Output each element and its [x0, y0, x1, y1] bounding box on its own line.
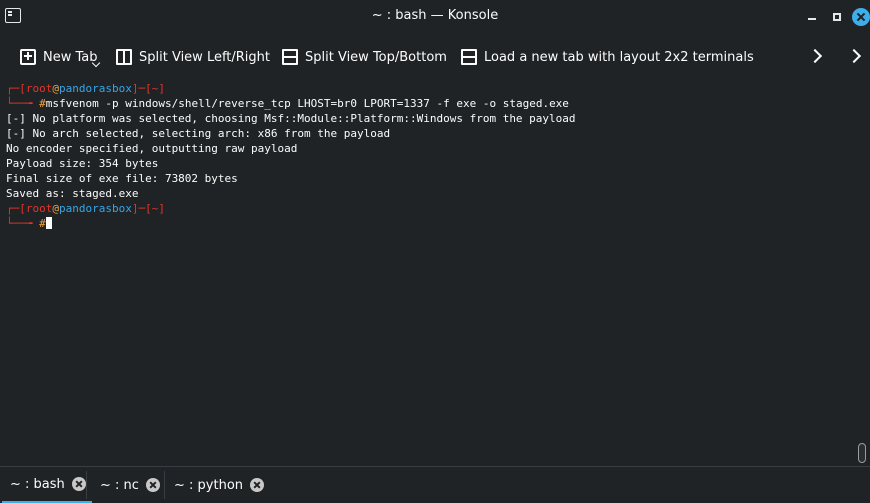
split-top-bottom-button[interactable]: Split View Top/Bottom [282, 48, 447, 66]
command-line: └──╼ #msfvenom -p windows/shell/reverse_… [6, 97, 569, 110]
output-line: Final size of exe file: 73802 bytes [6, 172, 238, 185]
tab-bar: ~ : bash ~ : nc ~ : python [0, 466, 870, 503]
toolbar: New Tab Split View Left/Right Split View… [0, 34, 870, 80]
close-tab-icon[interactable] [250, 478, 265, 492]
layout-icon [461, 49, 477, 65]
scrollbar-thumb[interactable] [858, 443, 866, 463]
tab-divider [86, 471, 87, 499]
new-tab-icon [20, 49, 36, 65]
chevron-right-icon[interactable] [807, 48, 823, 64]
output-line: Saved as: staged.exe [6, 187, 139, 200]
output-line: [-] No arch selected, selecting arch: x8… [6, 127, 391, 140]
text-cursor [45, 217, 52, 229]
title-bar: ~ : bash — Konsole [0, 0, 870, 34]
load-layout-label: Load a new tab with layout 2x2 terminals [484, 49, 754, 65]
split-left-right-label: Split View Left/Right [139, 49, 271, 65]
load-layout-button[interactable]: Load a new tab with layout 2x2 terminals [461, 48, 754, 66]
new-tab-label: New Tab [43, 49, 98, 65]
new-tab-button[interactable]: New Tab [20, 48, 98, 66]
close-tab-icon[interactable] [145, 478, 160, 492]
split-top-bottom-icon [282, 49, 298, 65]
input-line[interactable]: └──╼ # [6, 217, 52, 230]
minimize-icon[interactable] [804, 9, 820, 25]
tab-label: ~ : nc [100, 477, 139, 493]
maximize-icon[interactable] [829, 9, 845, 25]
overflow-menu-icon[interactable] [846, 48, 862, 64]
tab-divider [164, 471, 165, 499]
output-line: [-] No platform was selected, choosing M… [6, 112, 576, 125]
split-left-right-button[interactable]: Split View Left/Right [116, 48, 270, 66]
tab-nc[interactable]: ~ : nc [92, 467, 166, 503]
split-top-bottom-label: Split View Top/Bottom [305, 49, 447, 65]
prompt-line: ┌─[root@pandorasbox]─[~] [6, 202, 165, 215]
tab-label: ~ : bash [10, 476, 65, 492]
scrollbar-track[interactable] [856, 80, 870, 466]
tab-bash[interactable]: ~ : bash [2, 467, 92, 503]
prompt-line: ┌─[root@pandorasbox]─[~] [6, 82, 165, 95]
output-line: Payload size: 354 bytes [6, 157, 159, 170]
window-title: ~ : bash — Konsole [371, 8, 499, 23]
close-icon[interactable] [852, 8, 870, 26]
split-left-right-icon [116, 49, 132, 65]
tab-python[interactable]: ~ : python [166, 467, 270, 503]
output-line: No encoder specified, outputting raw pay… [6, 142, 298, 155]
close-tab-icon[interactable] [71, 477, 86, 491]
tab-label: ~ : python [174, 477, 244, 493]
terminal-output[interactable]: ┌─[root@pandorasbox]─[~] └──╼ #msfvenom … [0, 80, 856, 466]
